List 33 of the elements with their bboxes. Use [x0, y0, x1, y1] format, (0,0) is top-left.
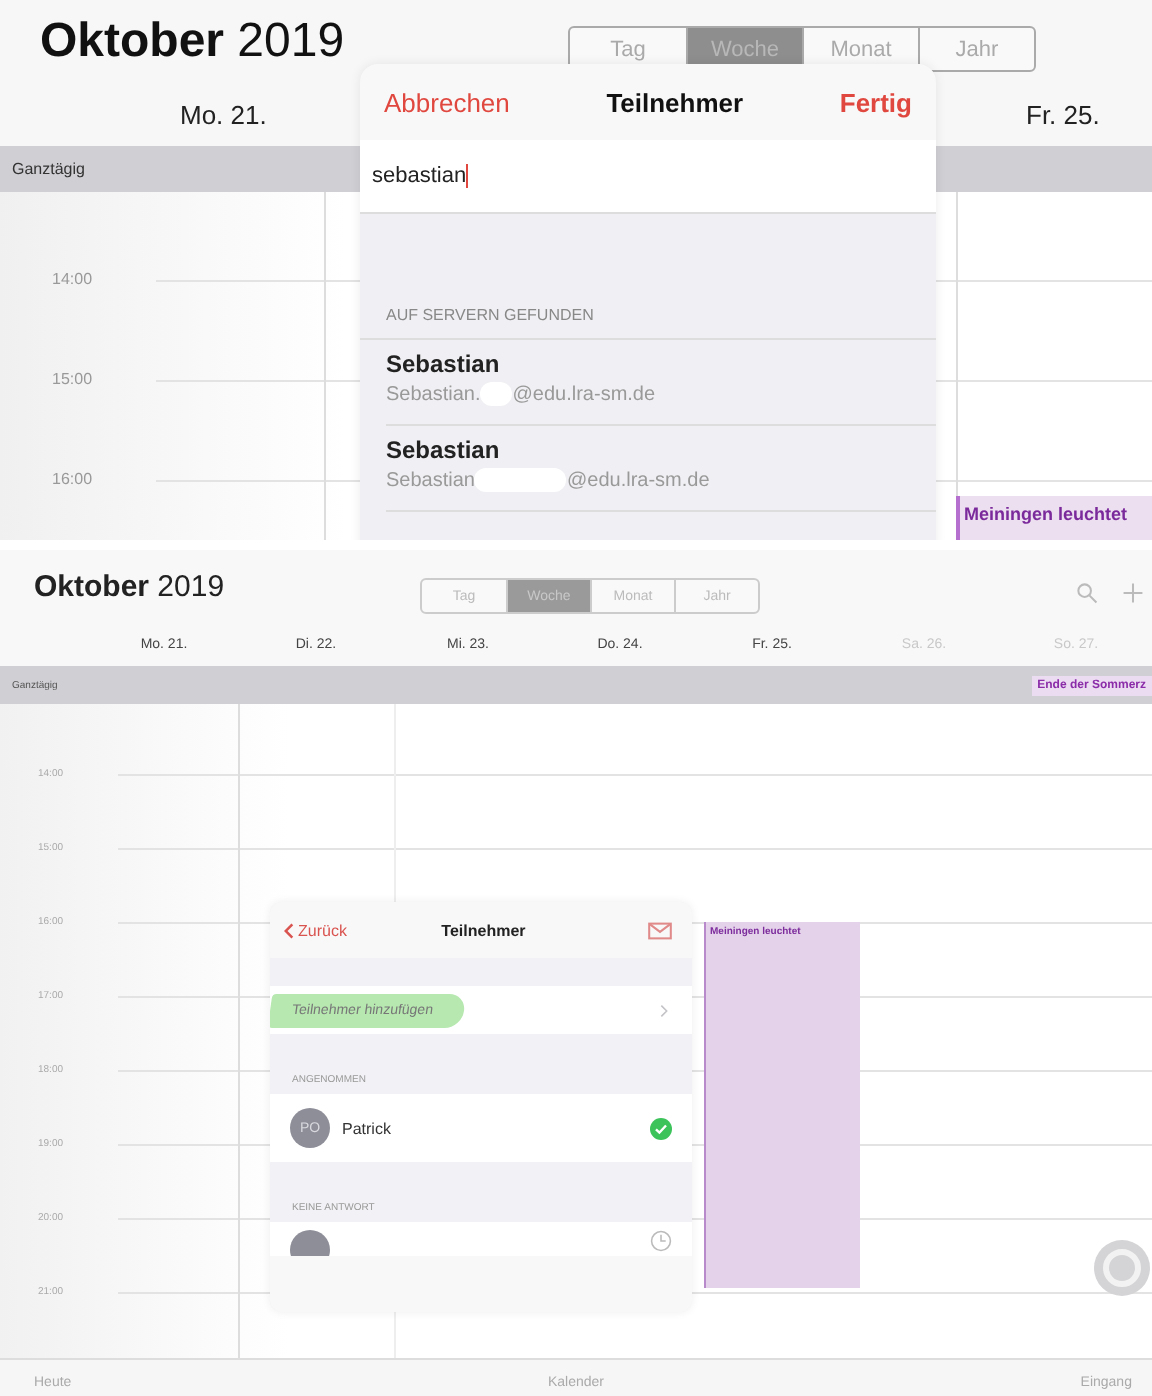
back-chevron-icon [284, 921, 294, 939]
contact-result[interactable]: Sebastian Sebastian @edu.lra-sm.de [386, 426, 936, 512]
email-start: Sebastian [386, 469, 475, 491]
popover-title: Teilnehmer [606, 87, 744, 117]
back-button[interactable]: Zurück [284, 921, 347, 939]
search-field[interactable]: sebastian [360, 140, 936, 214]
contact-name: Sebastian [386, 436, 502, 464]
all-day-label: Ganztägig [12, 160, 85, 178]
view-tab[interactable]: Tag [570, 28, 686, 70]
day-header: Fr. 25. [1026, 100, 1100, 130]
section-header: AUF SERVERN GEFUNDEN [360, 306, 936, 340]
day-header: Mo. 21. [180, 100, 267, 130]
envelope-icon[interactable] [647, 921, 672, 939]
popover-title: Teilnehmer [441, 921, 526, 939]
hour-label: 16:00 [50, 470, 95, 490]
hour-label: 15:00 [50, 370, 95, 390]
month-title: Oktober 2019 [38, 12, 345, 70]
done-button[interactable]: Fertig [839, 87, 912, 117]
email-start: Sebastian. [386, 383, 481, 405]
month-title: Oktober 2019 [32, 569, 225, 603]
calendar-event[interactable]: Meiningen leuchtet [956, 496, 1152, 540]
search-icon[interactable] [1076, 582, 1098, 604]
email-domain: @edu.lra-sm.de [512, 383, 656, 405]
assistive-touch-icon[interactable] [1092, 1238, 1152, 1298]
attendee-row[interactable] [270, 1222, 692, 1256]
chevron-icon [660, 1003, 668, 1017]
contact-name: Sebastian [386, 350, 502, 378]
hour-label: 14:00 [50, 270, 95, 290]
add-icon[interactable] [1122, 582, 1144, 604]
email-domain: @edu.lra-sm.de [566, 469, 710, 491]
attendee-name: Patrick [342, 1119, 393, 1137]
contact-result[interactable]: Sebastian Sebastian. @edu.lra-sm.de [386, 340, 936, 426]
cancel-button[interactable]: Abbrechen [384, 87, 510, 117]
